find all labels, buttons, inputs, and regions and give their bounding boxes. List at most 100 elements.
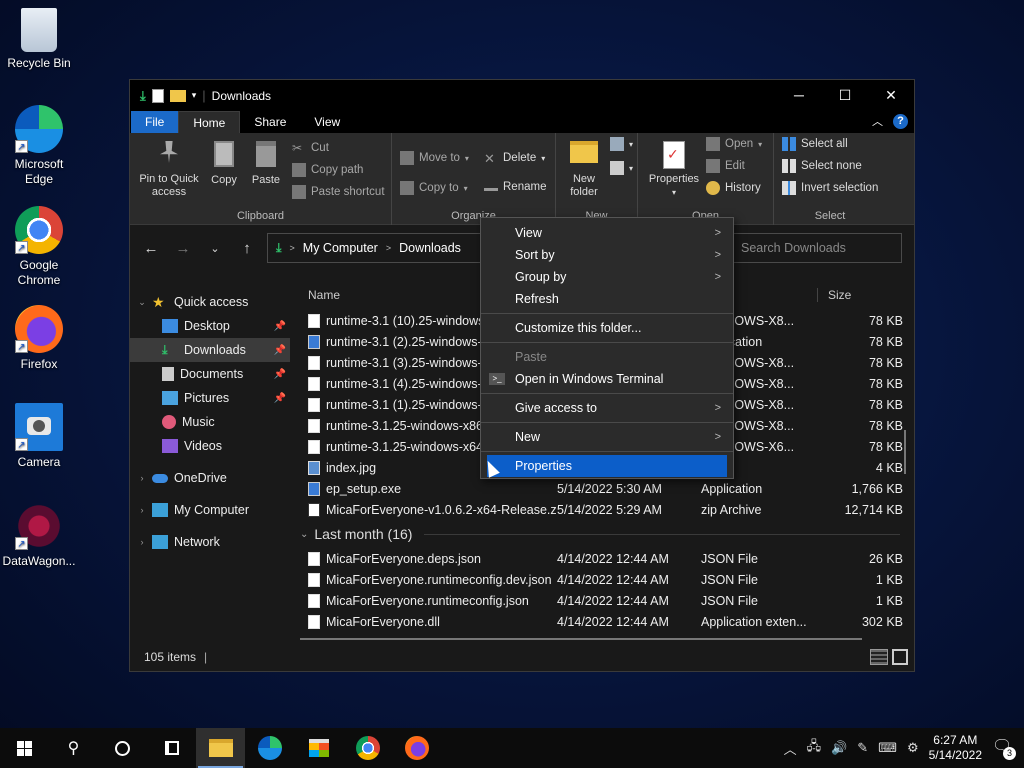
close-button[interactable]: ✕: [868, 80, 914, 111]
delete-button[interactable]: ✕ Delete ▾: [484, 151, 545, 166]
column-header-size[interactable]: Size: [817, 288, 851, 302]
start-button[interactable]: [0, 728, 49, 768]
expand-chevron-icon[interactable]: ›: [136, 473, 148, 483]
menu-item-group-by[interactable]: Group by >: [481, 266, 733, 288]
network-tray-icon[interactable]: 🖧: [807, 737, 822, 759]
search-button[interactable]: ⚲: [49, 728, 98, 768]
nav-item-videos[interactable]: Videos: [130, 434, 290, 458]
nav-my-computer[interactable]: › My Computer: [130, 498, 290, 522]
copy-path-button[interactable]: Copy path: [292, 163, 363, 177]
menu-item-open-terminal[interactable]: >_ Open in Windows Terminal: [481, 368, 733, 390]
new-item-button[interactable]: ▾: [610, 137, 633, 151]
large-icons-view-button[interactable]: [892, 649, 908, 665]
breadcrumb-downloads[interactable]: Downloads: [399, 241, 461, 255]
file-row[interactable]: ep_setup.exe 5/14/2022 5:30 AM Application…: [296, 478, 906, 499]
cut-button[interactable]: ✂ Cut: [292, 141, 329, 155]
desktop-icon-chrome[interactable]: ↗ Google Chrome: [0, 206, 78, 288]
nav-item-pictures[interactable]: Pictures 📌: [130, 386, 290, 410]
pin-quick-access-button[interactable]: Pin to Quick access: [136, 141, 202, 199]
horizontal-scrollbar[interactable]: [300, 638, 862, 640]
menu-item-customize[interactable]: Customize this folder...: [481, 317, 733, 339]
details-view-button[interactable]: [870, 649, 888, 665]
tab-share[interactable]: Share: [240, 111, 300, 133]
navigation-pane: ⌄ ★ Quick access Desktop 📌 ⤓ Downloads 📌 D…: [130, 290, 290, 654]
paste-button[interactable]: Paste: [248, 141, 284, 187]
settings-gear-icon[interactable]: ⚙: [907, 740, 919, 756]
desktop-icon-camera[interactable]: ↗ Camera: [0, 403, 78, 470]
tab-home[interactable]: Home: [178, 111, 241, 133]
volume-icon[interactable]: 🔊: [831, 740, 847, 756]
title-bar[interactable]: ⤓ ▾ | Downloads ─ ☐ ✕: [130, 80, 914, 111]
menu-item-refresh[interactable]: Refresh: [481, 288, 733, 310]
nav-item-downloads[interactable]: ⤓ Downloads 📌: [130, 338, 290, 362]
select-all-button[interactable]: Select all: [782, 137, 848, 151]
vertical-scrollbar[interactable]: [904, 430, 906, 474]
menu-item-new[interactable]: New >: [481, 426, 733, 448]
nav-network[interactable]: › Network: [130, 530, 290, 554]
group-header-last-month[interactable]: ⌄ Last month (16): [296, 520, 906, 548]
new-folder-qa-icon[interactable]: [169, 89, 186, 102]
task-view-button[interactable]: [147, 728, 196, 768]
expand-chevron-icon[interactable]: ›: [136, 537, 148, 547]
easy-access-button[interactable]: ▾: [610, 161, 633, 175]
file-row[interactable]: MicaForEveryone.runtimeconfig.json 4/14/2…: [296, 590, 906, 611]
collapse-chevron-icon[interactable]: ⌄: [300, 529, 308, 540]
desktop-icon-datawagon[interactable]: ↗ DataWagon...: [0, 502, 78, 569]
nav-item-desktop[interactable]: Desktop 📌: [130, 314, 290, 338]
desktop-icon-recycle-bin[interactable]: Recycle Bin: [0, 8, 78, 71]
file-row[interactable]: MicaForEveryone.deps.json 4/14/2022 12:44…: [296, 548, 906, 569]
file-row[interactable]: MicaForEveryone.runtimeconfig.dev.json 4/…: [296, 569, 906, 590]
minimize-button[interactable]: ─: [776, 80, 822, 111]
invert-selection-button[interactable]: Invert selection: [782, 181, 878, 195]
nav-item-music[interactable]: Music: [130, 410, 290, 434]
forward-button[interactable]: →: [170, 240, 196, 257]
move-to-button[interactable]: Move to ▾: [400, 151, 469, 165]
nav-onedrive[interactable]: › OneDrive: [130, 466, 290, 490]
nav-quick-access[interactable]: ⌄ ★ Quick access: [130, 290, 290, 314]
touch-keyboard-icon[interactable]: ⌨: [878, 740, 897, 756]
search-input[interactable]: Search Downloads: [730, 233, 902, 263]
taskbar-firefox[interactable]: [392, 728, 441, 768]
customize-qa-chevron-icon[interactable]: ▾: [192, 90, 197, 101]
menu-item-view[interactable]: View >: [481, 222, 733, 244]
back-button[interactable]: ←: [138, 240, 164, 257]
pen-icon[interactable]: ✎: [857, 740, 868, 756]
properties-button[interactable]: ✓ Properties ▾: [644, 141, 704, 199]
help-icon[interactable]: ?: [893, 113, 908, 129]
expand-chevron-icon[interactable]: ›: [136, 505, 148, 515]
history-button[interactable]: History: [706, 181, 761, 195]
action-center-button[interactable]: 🗨 3: [992, 736, 1016, 760]
desktop-icon-edge[interactable]: ↗ Microsoft Edge: [0, 105, 78, 187]
menu-item-sort-by[interactable]: Sort by >: [481, 244, 733, 266]
show-hidden-icons-chevron-icon[interactable]: ︿: [784, 739, 797, 758]
taskbar-store[interactable]: [294, 728, 343, 768]
menu-item-give-access[interactable]: Give access to >: [481, 397, 733, 419]
select-none-button[interactable]: Select none: [782, 159, 862, 173]
tab-view[interactable]: View: [300, 111, 354, 133]
recent-locations-chevron-icon[interactable]: ⌄: [202, 242, 228, 255]
up-button[interactable]: ↑: [234, 240, 260, 257]
nav-item-documents[interactable]: Documents 📌: [130, 362, 290, 386]
collapse-ribbon-chevron-icon[interactable]: ︿: [872, 113, 883, 129]
taskbar-file-explorer[interactable]: [196, 728, 245, 768]
file-row[interactable]: MicaForEveryone-v1.0.6.2-x64-Release.zip…: [296, 499, 906, 520]
clock[interactable]: 6:27 AM 5/14/2022: [929, 733, 982, 763]
taskbar-edge[interactable]: [245, 728, 294, 768]
expand-chevron-icon[interactable]: ⌄: [136, 297, 148, 308]
cortana-button[interactable]: [98, 728, 147, 768]
edit-button[interactable]: Edit: [706, 159, 745, 173]
rename-button[interactable]: Rename: [484, 181, 546, 193]
breadcrumb-my-computer[interactable]: My Computer: [303, 241, 378, 255]
desktop-icon-firefox[interactable]: ↗ Firefox: [0, 305, 78, 372]
copy-to-button[interactable]: Copy to ▾: [400, 181, 468, 195]
properties-qa-icon[interactable]: [151, 88, 164, 103]
menu-item-properties[interactable]: Properties: [487, 455, 727, 477]
open-button[interactable]: Open ▾: [706, 137, 762, 151]
taskbar-chrome[interactable]: [343, 728, 392, 768]
copy-button[interactable]: Copy: [206, 141, 242, 187]
new-folder-button[interactable]: New folder: [564, 141, 604, 199]
maximize-button[interactable]: ☐: [822, 80, 868, 111]
file-row[interactable]: MicaForEveryone.dll 4/14/2022 12:44 AM App…: [296, 611, 906, 632]
paste-shortcut-button[interactable]: Paste shortcut: [292, 185, 385, 199]
tab-file[interactable]: File: [131, 111, 179, 133]
